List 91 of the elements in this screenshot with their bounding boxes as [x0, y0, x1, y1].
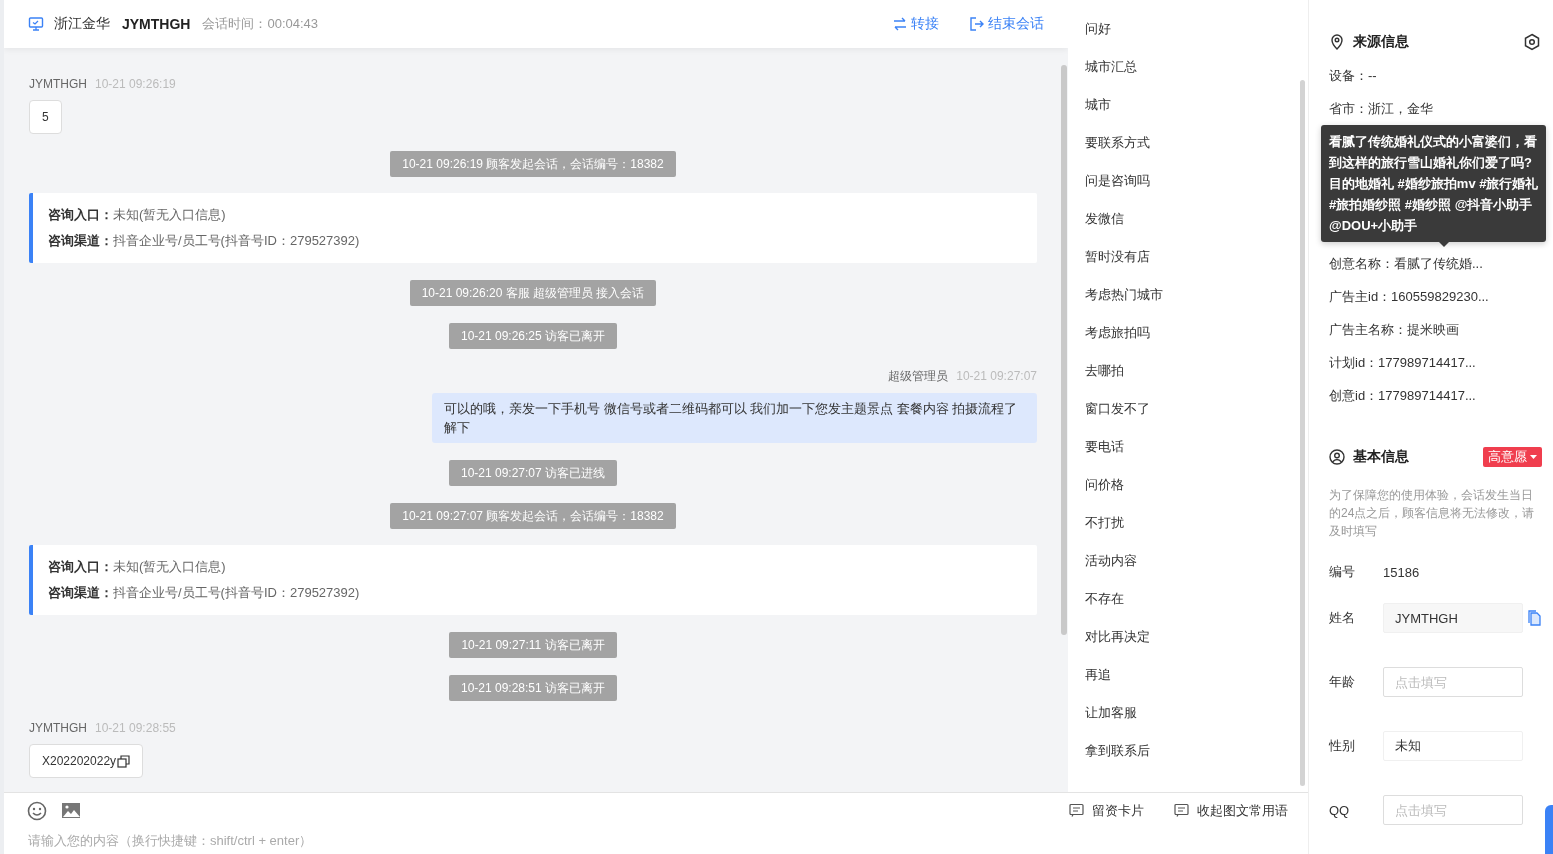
visitor-name: JYMTHGH	[122, 16, 191, 32]
message-text: 5	[42, 110, 49, 124]
swap-icon	[892, 16, 908, 32]
source-info-row-text: 创意名称：看腻了传统婚...	[1329, 255, 1483, 273]
quick-reply-item[interactable]: 问价格	[1085, 475, 1124, 495]
sender-name: JYMTHGH	[29, 76, 87, 92]
tooltip-line: 目的地婚礼 #婚纱旅拍mv #旅行婚礼	[1329, 175, 1539, 193]
tooltip-line: 到这样的旅行雪山婚礼你们爱了吗?	[1329, 154, 1533, 172]
field-value: 15186	[1383, 564, 1420, 580]
input-field[interactable]: 未知	[1383, 731, 1523, 761]
system-notice: 10-21 09:26:20 客服 超级管理员 接入会话	[409, 280, 657, 306]
emoji-button[interactable]	[27, 800, 47, 821]
quick-reply-item[interactable]: 让加客服	[1085, 703, 1137, 723]
entry-info: 咨询入口：未知(暂无入口信息)	[48, 206, 227, 224]
intent-dropdown[interactable]: 高意愿	[1483, 447, 1542, 467]
source-info-row-text: 广告主名称：提米映画	[1329, 321, 1459, 339]
monitor-icon	[28, 16, 44, 32]
location-text: 浙江金华	[54, 15, 110, 33]
quick-reply-item[interactable]: 考虑热门城市	[1085, 285, 1163, 305]
message-time: 10-21 09:27:07	[956, 368, 1037, 384]
image-icon	[61, 801, 81, 821]
quick-reply-item[interactable]: 不存在	[1085, 589, 1124, 609]
scrollbar[interactable]	[1300, 80, 1305, 786]
caret-icon	[1530, 455, 1537, 459]
end-session-button[interactable]: 结束会话	[969, 15, 1044, 33]
location-pin-icon	[1329, 34, 1345, 50]
source-info-row-text: 设备：--	[1329, 67, 1377, 85]
field-label: 性别	[1329, 737, 1356, 755]
quick-reply-item[interactable]: 对比再决定	[1085, 627, 1150, 647]
settings-icon	[1523, 33, 1541, 51]
section-title: 基本信息	[1353, 448, 1409, 466]
input-field[interactable]: 点击填写	[1383, 667, 1523, 697]
field-label: QQ	[1329, 802, 1351, 818]
quick-reply-item[interactable]: 要联系方式	[1085, 133, 1150, 153]
source-info-row-text: 计划id：177989714417...	[1329, 354, 1476, 372]
field-label: 年龄	[1329, 673, 1356, 691]
field-label: 姓名	[1329, 609, 1356, 627]
copy-icon	[1527, 610, 1542, 626]
quick-reply-item[interactable]: 暂时没有店	[1085, 247, 1150, 267]
quick-reply-item[interactable]: 去哪拍	[1085, 361, 1124, 381]
notice-text: 为了保障您的使用体验，会话发生当日的24点之后，顾客信息将无法修改，请及时填写	[1329, 487, 1536, 540]
tooltip-line: #旅拍婚纱照 #婚纱照 @抖音小助手	[1329, 196, 1534, 214]
name-field[interactable]: JYMTHGH	[1383, 603, 1523, 633]
entry-info: 咨询入口：未知(暂无入口信息)	[48, 558, 227, 576]
user-circle-icon	[1329, 449, 1345, 465]
quick-reply-item[interactable]: 问好	[1085, 19, 1111, 39]
collapse-phrases-button[interactable]: 收起图文常用语	[1174, 801, 1288, 820]
system-notice: 10-21 09:27:07 访客已进线	[448, 460, 618, 486]
exit-icon	[969, 16, 985, 32]
scrollbar[interactable]	[1061, 65, 1067, 635]
system-notice: 10-21 09:27:11 访客已离开	[449, 632, 617, 658]
quick-reply-item[interactable]: 活动内容	[1085, 551, 1137, 571]
tooltip-line: @DOU+小助手	[1329, 217, 1419, 235]
quick-reply-item[interactable]: 城市	[1085, 95, 1111, 115]
tooltip-line: 看腻了传统婚礼仪式的小富婆们，看	[1329, 133, 1538, 151]
sender-name: 超级管理员	[888, 368, 949, 384]
transfer-button[interactable]: 转接	[892, 15, 939, 33]
sender-name: JYMTHGH	[29, 720, 87, 736]
system-notice: 10-21 09:26:19 顾客发起会话，会话编号：18382	[390, 151, 676, 177]
message-time: 10-21 09:26:19	[95, 76, 176, 92]
quick-reply-item[interactable]: 发微信	[1085, 209, 1124, 229]
quick-reply-item[interactable]: 考虑旅拍吗	[1085, 323, 1150, 343]
system-notice: 10-21 09:26:25 访客已离开	[448, 323, 618, 349]
image-button[interactable]	[61, 801, 81, 821]
system-notice: 10-21 09:27:07 顾客发起会话，会话编号：18382	[390, 503, 676, 529]
floating-button[interactable]	[1545, 805, 1553, 854]
quick-reply-item[interactable]: 要电话	[1085, 437, 1124, 457]
quick-reply-item[interactable]: 城市汇总	[1085, 57, 1137, 77]
source-info-row-text: 省市：浙江，金华	[1329, 100, 1433, 118]
session-duration: 会话时间：00:04:43	[202, 15, 319, 33]
message-text: X202202022y	[42, 754, 117, 768]
quick-reply-item[interactable]: 不打扰	[1085, 513, 1124, 533]
source-info-row-text: 创意id：177989714417...	[1329, 387, 1476, 405]
system-notice: 10-21 09:28:51 访客已离开	[448, 675, 618, 701]
quick-reply-item[interactable]: 拿到联系后	[1085, 741, 1150, 761]
quick-reply-item[interactable]: 窗口发不了	[1085, 399, 1150, 419]
entry-info: 咨询渠道：抖音企业号/员工号(抖音号ID：279527392)	[48, 232, 361, 250]
message-icon	[1174, 803, 1189, 819]
source-info-row-text: 广告主id：160559829230...	[1329, 288, 1489, 306]
entry-info: 咨询渠道：抖音企业号/员工号(抖音号ID：279527392)	[48, 584, 361, 602]
quick-reply-item[interactable]: 问是咨询吗	[1085, 171, 1150, 191]
message-time: 10-21 09:28:55	[95, 720, 176, 736]
quick-reply-item[interactable]: 再追	[1085, 665, 1111, 685]
message-icon	[1069, 803, 1084, 819]
message-bubble: 可以的哦，亲发一下手机号 微信号或者二维码都可以 我们加一下您发主题景点 套餐内容 拍摄流程了解下	[432, 393, 1037, 443]
smiley-icon	[27, 800, 47, 821]
field-label: 编号	[1329, 563, 1356, 581]
lead-card-button[interactable]: 留资卡片	[1069, 801, 1144, 820]
input-field[interactable]: 点击填写	[1383, 795, 1523, 825]
copy-icon	[117, 754, 131, 768]
section-title: 来源信息	[1353, 33, 1409, 51]
